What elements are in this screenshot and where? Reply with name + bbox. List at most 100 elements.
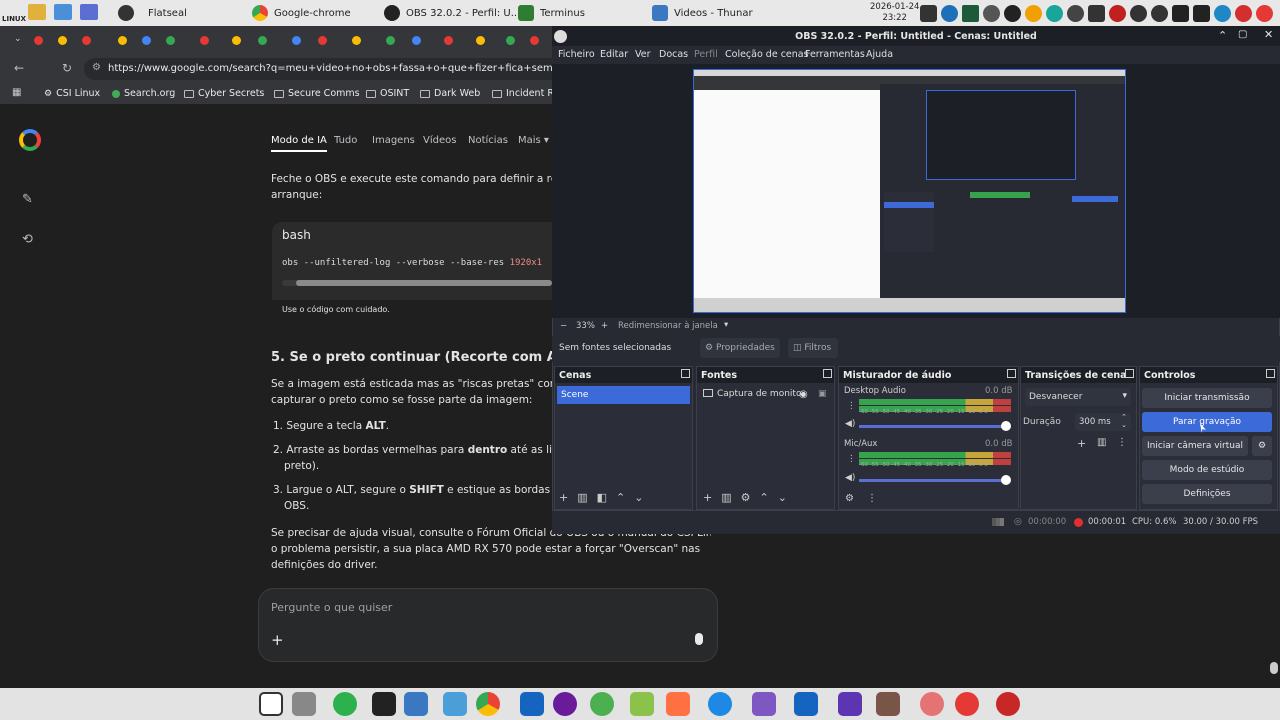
bookmark-incident[interactable]: Incident R — [492, 88, 554, 99]
volume-icon[interactable] — [1130, 4, 1147, 22]
bookmark-search-org[interactable]: Search.org — [112, 88, 175, 99]
menu-edit[interactable]: Editar — [600, 49, 628, 60]
plus-icon[interactable]: + — [271, 631, 284, 649]
stop-recording-button[interactable]: Parar gravação — [1142, 412, 1272, 432]
task-chrome[interactable]: Google-chrome — [252, 2, 351, 24]
chat-icon[interactable] — [1067, 4, 1084, 22]
add-icon[interactable]: + — [1077, 437, 1086, 450]
minimize-icon[interactable]: ⌃ — [1218, 29, 1227, 42]
power-monitor-icon[interactable] — [941, 4, 958, 22]
code-scrollbar[interactable] — [282, 280, 552, 286]
favicon-icon[interactable] — [58, 36, 67, 45]
trash-icon[interactable]: ▥ — [1097, 437, 1106, 448]
spinner-icon[interactable]: ⌃ ⌄ — [1121, 413, 1127, 429]
android-icon[interactable] — [630, 692, 654, 716]
transition-select[interactable]: Desvanecer ▾ — [1025, 388, 1131, 406]
resize-to-window[interactable]: Redimensionar à janela — [618, 321, 718, 331]
page-scrollbar[interactable] — [1270, 662, 1278, 674]
csi-logo-icon[interactable] — [259, 692, 283, 716]
chevron-down-icon[interactable]: ▾ — [724, 320, 728, 330]
down-icon[interactable]: ⌄ — [634, 491, 652, 504]
terminal-icon[interactable] — [372, 692, 396, 716]
up-icon[interactable]: ⌃ — [616, 491, 634, 504]
burp-icon[interactable] — [666, 692, 690, 716]
wireshark-icon[interactable] — [708, 692, 732, 716]
favicon-icon[interactable] — [506, 36, 515, 45]
bookmark-secure-comms[interactable]: Secure Comms — [274, 88, 360, 99]
gear-icon[interactable]: ⚙ — [1252, 436, 1272, 456]
filters-button[interactable]: ◫ Filtros — [788, 338, 838, 358]
favicon-icon[interactable] — [34, 36, 43, 45]
studio-mode-button[interactable]: Modo de estúdio — [1142, 460, 1272, 480]
volume-knob[interactable] — [1001, 475, 1011, 485]
clock[interactable]: 2026-01-24 23:22 — [870, 2, 919, 24]
sync-icon[interactable] — [553, 692, 577, 716]
avatar-icon[interactable] — [920, 692, 944, 716]
autopsy-icon[interactable] — [752, 692, 776, 716]
mic-icon[interactable] — [695, 633, 703, 645]
lock-icon[interactable] — [1193, 4, 1210, 22]
settings-button[interactable]: Definições — [1142, 484, 1272, 504]
wifi-icon[interactable] — [1151, 4, 1168, 22]
virtual-camera-button[interactable]: Iniciar câmera virtual — [1142, 436, 1248, 456]
network-graph-icon[interactable] — [962, 4, 979, 22]
battery-icon[interactable] — [1088, 4, 1105, 22]
menu-view[interactable]: Ver — [635, 49, 651, 60]
favicon-icon[interactable] — [82, 36, 91, 45]
menu-tools[interactable]: Ferramentas — [805, 49, 865, 60]
task-thunar[interactable]: Videos - Thunar — [652, 2, 753, 24]
volume-knob[interactable] — [1001, 421, 1011, 431]
kebab-icon[interactable]: ⋮ — [1117, 437, 1127, 448]
favicon-icon[interactable] — [142, 36, 151, 45]
crab-icon[interactable] — [876, 692, 900, 716]
app-icon[interactable] — [1004, 4, 1021, 22]
volume-slider[interactable] — [859, 479, 1009, 482]
settings-app-icon[interactable] — [80, 4, 98, 20]
favicon-icon[interactable] — [476, 36, 485, 45]
reload-icon[interactable]: ↻ — [62, 61, 72, 75]
zoom-in-icon[interactable]: + — [601, 321, 608, 331]
dark-mode-icon[interactable] — [1214, 4, 1231, 22]
chevron-down-icon[interactable]: ⌄ — [14, 34, 22, 44]
history-icon[interactable]: ⟲ — [22, 232, 33, 247]
undock-icon[interactable] — [681, 369, 690, 378]
bookmark-dark-web[interactable]: Dark Web — [420, 88, 480, 99]
properties-button[interactable]: ⚙ Propriedades — [700, 338, 780, 358]
lock-icon[interactable]: ▣ — [818, 389, 827, 399]
ask-input[interactable]: Pergunte o que quiser + — [258, 588, 718, 662]
menu-profile[interactable]: Perfil — [694, 49, 718, 60]
scrollbar-thumb[interactable] — [296, 280, 552, 286]
tor-icon[interactable] — [590, 692, 614, 716]
favicon-icon[interactable] — [118, 36, 127, 45]
source-item[interactable]: Captura de monito — [717, 389, 801, 399]
text-editor-icon[interactable] — [404, 692, 428, 716]
close-icon[interactable]: ✕ — [1264, 28, 1273, 41]
tab-all[interactable]: Tudo — [334, 135, 357, 146]
shark-icon[interactable] — [794, 692, 818, 716]
add-icon[interactable]: + — [703, 491, 721, 504]
mic-icon[interactable] — [1109, 4, 1126, 22]
favicon-icon[interactable] — [166, 36, 175, 45]
spider-icon[interactable] — [955, 692, 979, 716]
apps-grid-icon[interactable]: ▦ — [12, 87, 21, 98]
vpn-icon[interactable] — [1046, 4, 1063, 22]
files-icon[interactable] — [292, 692, 316, 716]
volume-slider[interactable] — [859, 425, 1009, 428]
folder-icon[interactable] — [28, 4, 46, 20]
maximize-icon[interactable]: ▢ — [1238, 29, 1247, 40]
favicon-icon[interactable] — [386, 36, 395, 45]
kebab-icon[interactable]: ⋮ — [847, 401, 856, 411]
vpn-icon[interactable] — [333, 692, 357, 716]
monitor-icon[interactable] — [54, 4, 72, 20]
favicon-icon[interactable] — [232, 36, 241, 45]
bookmark-cyber-secrets[interactable]: Cyber Secrets — [184, 88, 264, 99]
favicon-icon[interactable] — [200, 36, 209, 45]
tab-news[interactable]: Notícias — [468, 135, 508, 146]
maltego-icon[interactable] — [520, 692, 544, 716]
help-icon[interactable] — [1025, 4, 1042, 22]
undock-icon[interactable] — [1266, 369, 1275, 378]
speaker-icon[interactable]: ◀) — [845, 473, 855, 483]
address-bar[interactable]: ⚙ https://www.google.com/search?q=meu+vi… — [84, 58, 552, 80]
tab-images[interactable]: Imagens — [372, 135, 415, 146]
zoom-out-icon[interactable]: − — [560, 321, 567, 331]
